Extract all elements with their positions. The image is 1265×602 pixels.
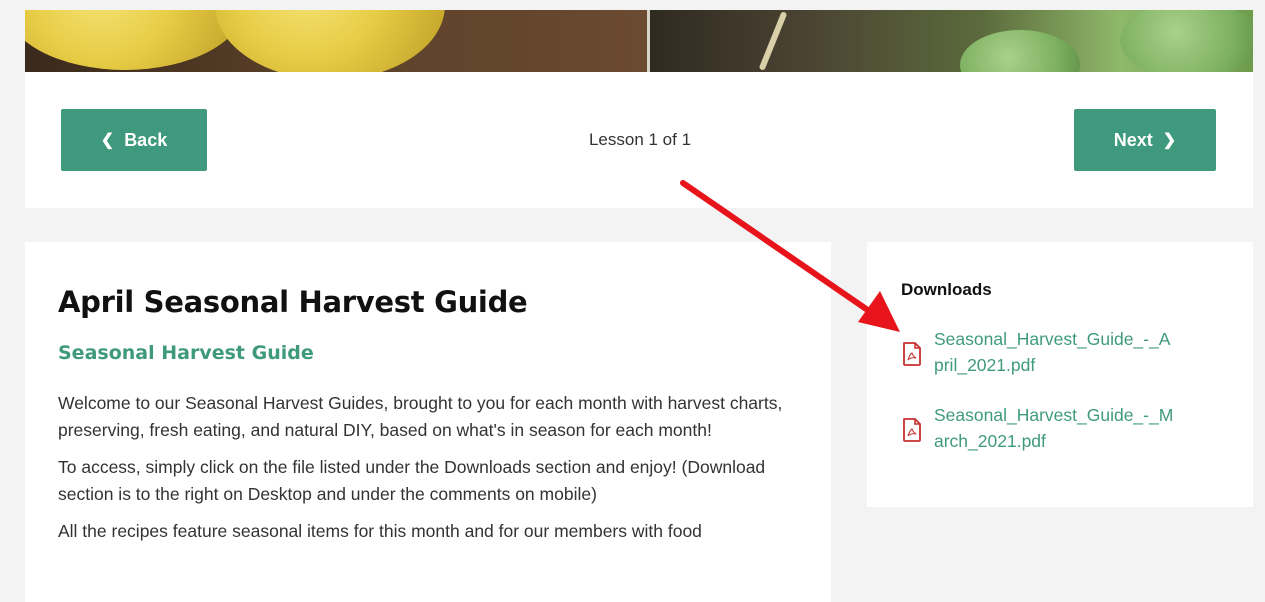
download-link-march[interactable]: Seasonal_Harvest_Guide_-_March_2021.pdf bbox=[934, 402, 1174, 454]
back-button-label: Back bbox=[124, 129, 168, 150]
page-title: April Seasonal Harvest Guide bbox=[58, 285, 528, 319]
chevron-left-icon: ❮ bbox=[100, 132, 115, 149]
downloads-heading: Downloads bbox=[901, 280, 992, 299]
access-instructions-paragraph: To access, simply click on the file list… bbox=[58, 457, 766, 504]
intro-paragraph: Welcome to our Seasonal Harvest Guides, … bbox=[58, 393, 783, 440]
recipes-paragraph: All the recipes feature seasonal items f… bbox=[58, 521, 702, 541]
pdf-file-icon bbox=[903, 418, 921, 442]
chevron-right-icon: ❯ bbox=[1162, 132, 1177, 149]
lesson-counter: Lesson 1 of 1 bbox=[588, 130, 692, 149]
download-item-april[interactable]: Seasonal_Harvest_Guide_-_April_2021.pdf bbox=[901, 326, 1221, 378]
hero-banner-image bbox=[25, 10, 1253, 72]
pdf-file-icon bbox=[903, 342, 921, 366]
back-button[interactable]: ❮ Back bbox=[61, 109, 207, 171]
downloads-panel: Downloads Seasonal_Harvest_Guide_-_April… bbox=[867, 242, 1253, 507]
lesson-content: April Seasonal Harvest Guide Seasonal Ha… bbox=[25, 242, 831, 602]
next-button[interactable]: Next ❯ bbox=[1074, 109, 1216, 171]
download-link-april[interactable]: Seasonal_Harvest_Guide_-_April_2021.pdf bbox=[934, 326, 1174, 378]
next-button-label: Next bbox=[1113, 129, 1153, 150]
download-item-march[interactable]: Seasonal_Harvest_Guide_-_March_2021.pdf bbox=[901, 402, 1221, 454]
lesson-subtitle: Seasonal Harvest Guide bbox=[58, 342, 314, 364]
lesson-navigation: ❮ Back Lesson 1 of 1 Next ❯ bbox=[25, 72, 1253, 208]
